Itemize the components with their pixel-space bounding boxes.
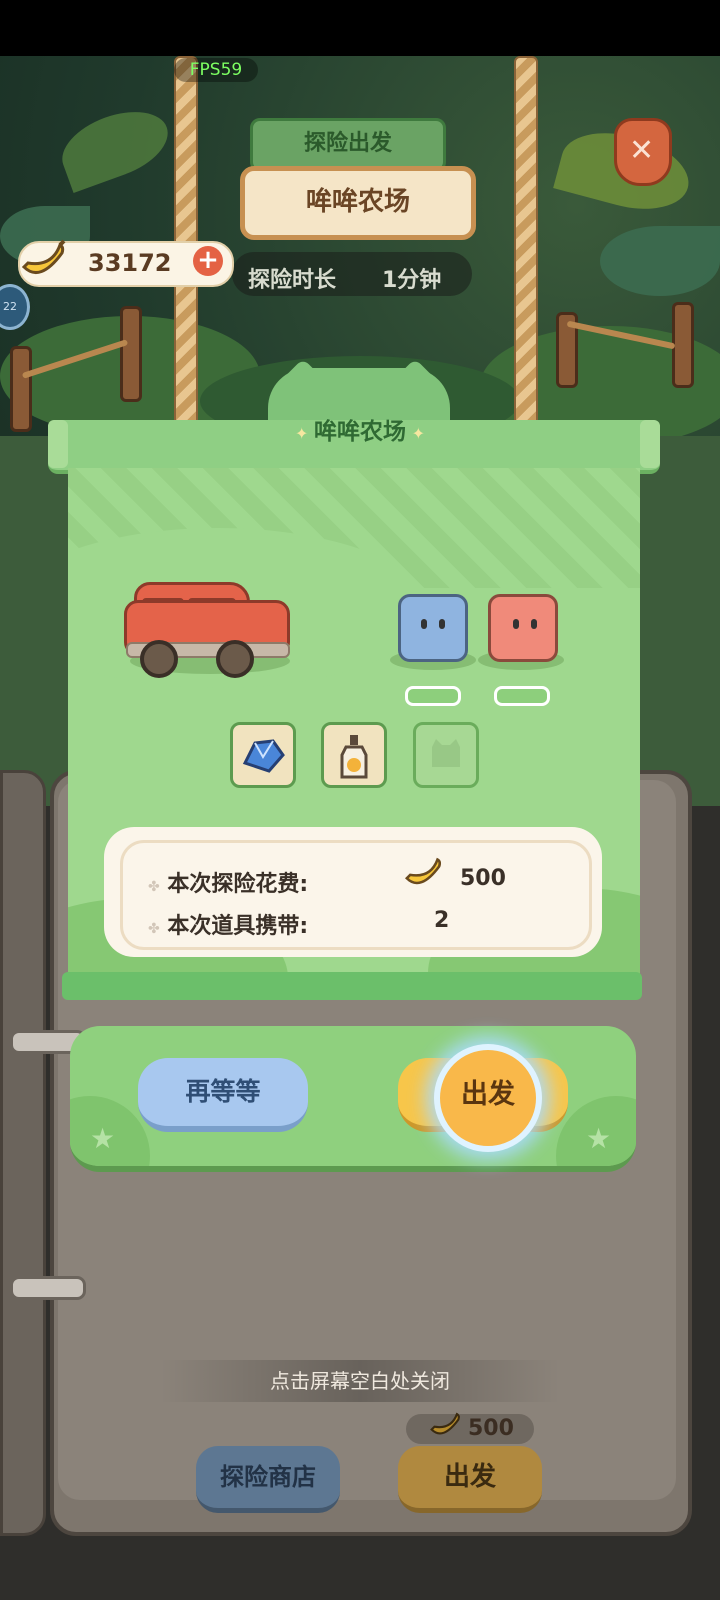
duration-display: 探险时长 1分钟 — [232, 252, 472, 296]
wait-button[interactable]: 再等等 — [138, 1058, 308, 1132]
blue-crystal-icon — [242, 739, 285, 773]
notebook-left-page — [0, 770, 46, 1536]
rod-cap — [48, 420, 68, 468]
bottle-icon — [340, 735, 368, 779]
shop-button[interactable]: 探险商店 — [196, 1446, 340, 1513]
item-slot-3[interactable] — [413, 722, 479, 788]
cat-eye — [531, 619, 537, 629]
star-icon: ★ — [90, 1122, 116, 1155]
star-icon: ★ — [586, 1122, 612, 1155]
cat-eye — [439, 619, 445, 629]
items-row: ✤ 本次道具携带: — [148, 908, 308, 940]
cat-eye — [513, 619, 519, 629]
leaf-decor — [53, 98, 177, 194]
clover-icon: ✤ — [148, 879, 160, 895]
banana-count: 33172 — [88, 249, 172, 277]
items-label: 本次道具携带: — [167, 914, 309, 939]
sparkle-icon: ✦ — [295, 424, 314, 443]
panel-title-text: 哞哞农场 — [314, 419, 406, 445]
clover-icon: ✤ — [148, 921, 160, 937]
close-tag-button[interactable]: ✕ — [614, 118, 672, 186]
duration-value: 1分钟 — [382, 268, 442, 293]
cat-slot-bar — [494, 686, 550, 706]
footer-cost-value: 500 — [468, 1416, 514, 1441]
leaf-decor — [600, 226, 720, 296]
red-cat-icon[interactable] — [488, 594, 558, 662]
header-ribbon: 探险出发 — [250, 118, 446, 172]
panel-title: ✦ 哞哞农场 ✦ — [260, 414, 460, 450]
car-wheel — [140, 640, 178, 678]
cost-label: 本次探险花费: — [167, 872, 309, 897]
item-slot-1[interactable] — [230, 722, 296, 788]
cat-slot-bar — [405, 686, 461, 706]
add-bananas-button[interactable]: + — [193, 246, 223, 276]
rod-cap — [640, 420, 660, 468]
footer-go-button[interactable]: 出发 — [398, 1446, 542, 1513]
fence-post — [672, 302, 694, 388]
scroll-bottom-rod — [62, 972, 642, 1000]
fence-post — [10, 346, 32, 432]
go-button-label[interactable]: 出发 — [434, 1072, 542, 1111]
binder-ring — [10, 1276, 86, 1300]
item-slot-2[interactable] — [321, 722, 387, 788]
status-bar — [0, 0, 720, 56]
close-icon: ✕ — [629, 133, 655, 168]
cat-eye — [421, 619, 427, 629]
banana-icon — [21, 239, 66, 275]
location-plate: 哞哞农场 — [240, 166, 476, 240]
fps-counter: FPS59 — [174, 58, 258, 82]
cost-row: ✤ 本次探险花费: — [148, 866, 308, 898]
cost-value: 500 — [460, 866, 506, 891]
close-hint: 点击屏幕空白处关闭 — [160, 1360, 560, 1402]
items-value: 2 — [434, 908, 450, 933]
cat-silhouette-icon — [432, 739, 460, 767]
banana-icon — [405, 857, 442, 885]
fence-post — [120, 306, 142, 402]
blue-cat-icon[interactable] — [398, 594, 468, 662]
sparkle-icon: ✦ — [406, 424, 425, 443]
footer-cost: 500 — [406, 1412, 534, 1444]
banana-icon — [430, 1412, 460, 1435]
car-wheel — [216, 640, 254, 678]
duration-label: 探险时长 — [248, 268, 337, 293]
